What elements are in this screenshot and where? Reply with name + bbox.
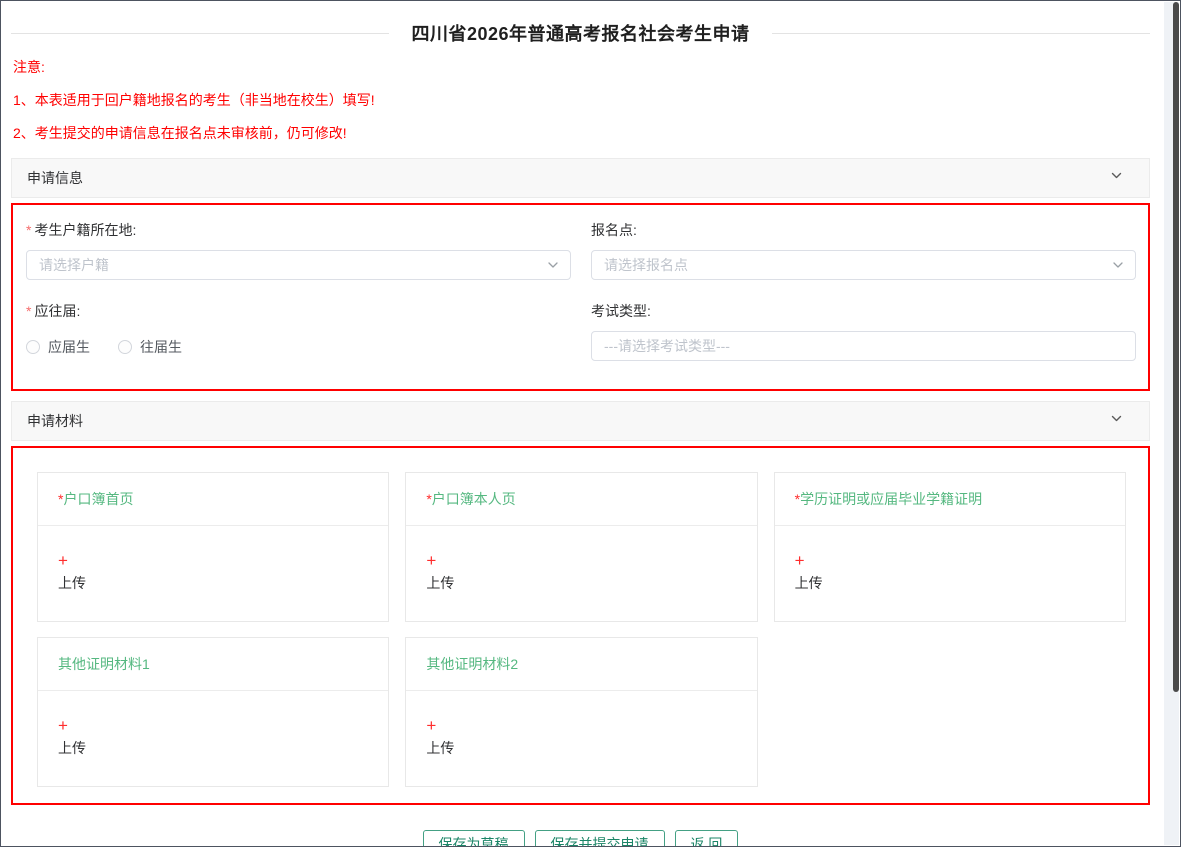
page-title: 四川省2026年普通高考报名社会考生申请 — [411, 20, 749, 46]
card-body: + 上传 — [406, 691, 756, 786]
application-materials-group: *户口簿首页 + 上传 *户口簿本人页 + — [11, 446, 1150, 805]
plus-icon: + — [58, 717, 86, 735]
upload-card-hukoubu-cover: *户口簿首页 + 上传 — [37, 472, 389, 622]
notice-item-1: 1、本表适用于回户籍地报名的考生（非当地在校生）填写! — [13, 92, 1150, 108]
field-label-text: 考试类型: — [591, 303, 651, 319]
field-label-text: 考生户籍所在地: — [34, 222, 136, 238]
upload-label: 上传 — [795, 573, 823, 593]
card-title-text: 户口簿首页 — [63, 491, 133, 507]
card-body: + 上传 — [775, 526, 1125, 621]
card-title-text: 户口簿本人页 — [432, 491, 516, 507]
card-title: *户口簿本人页 — [406, 473, 756, 526]
upload-cards-grid: *户口簿首页 + 上传 *户口簿本人页 + — [37, 472, 1126, 787]
chevron-down-icon — [547, 259, 559, 271]
card-body: + 上传 — [38, 691, 388, 786]
application-info-group: *考生户籍所在地: 请选择户籍 报名点: 请选择报名点 — [11, 203, 1150, 391]
hukou-select[interactable]: 请选择户籍 — [26, 250, 571, 280]
plus-icon: + — [426, 552, 454, 570]
card-title: 其他证明材料2 — [406, 638, 756, 691]
plus-icon: + — [58, 552, 86, 570]
notice-item-2: 2、考生提交的申请信息在报名点未审核前，仍可修改! — [13, 125, 1150, 141]
field-hukou: *考生户籍所在地: 请选择户籍 — [26, 221, 571, 280]
upload-card-hukoubu-personal: *户口簿本人页 + 上传 — [405, 472, 757, 622]
vertical-scrollbar[interactable] — [1164, 2, 1179, 845]
card-title-text: 其他证明材料2 — [426, 656, 518, 672]
baomingdian-select-placeholder: 请选择报名点 — [604, 255, 688, 275]
back-button[interactable]: 返 回 — [675, 830, 739, 847]
baomingdian-select[interactable]: 请选择报名点 — [591, 250, 1136, 280]
title-divider-row: 四川省2026年普通高考报名社会考生申请 — [11, 21, 1150, 45]
upload-label: 上传 — [58, 738, 86, 758]
upload-label: 上传 — [426, 738, 454, 758]
plus-icon: + — [426, 717, 454, 735]
section-header-application-materials[interactable]: 申请材料 — [11, 401, 1150, 441]
field-yingwangjie: *应往届: 应届生 往届生 — [26, 302, 571, 361]
application-form-page: 四川省2026年普通高考报名社会考生申请 注意: 1、本表适用于回户籍地报名的考… — [0, 0, 1181, 847]
card-body: + 上传 — [38, 526, 388, 621]
upload-label: 上传 — [58, 573, 86, 593]
empty-grid-cell — [774, 637, 1126, 787]
radio-label: 往届生 — [140, 337, 182, 357]
hukou-select-placeholder: 请选择户籍 — [39, 255, 109, 275]
radio-label: 应届生 — [48, 337, 90, 357]
chevron-down-icon — [1112, 259, 1124, 271]
plus-icon: + — [795, 552, 823, 570]
card-title-text: 学历证明或应届毕业学籍证明 — [800, 491, 982, 507]
upload-button[interactable]: + 上传 — [795, 552, 823, 593]
chevron-down-icon — [1110, 169, 1123, 187]
field-label: 考试类型: — [591, 302, 1136, 321]
card-title: 其他证明材料1 — [38, 638, 388, 691]
field-label: 报名点: — [591, 221, 1136, 240]
save-draft-button[interactable]: 保存为草稿 — [423, 830, 525, 847]
radio-yingjiesheng[interactable]: 应届生 — [26, 337, 90, 357]
section-title: 申请材料 — [27, 411, 83, 431]
radio-wangjiesheng[interactable]: 往届生 — [118, 337, 182, 357]
save-and-submit-button[interactable]: 保存并提交申请 — [535, 830, 665, 847]
yingwangjie-radio-group: 应届生 往届生 — [26, 331, 571, 357]
section-title: 申请信息 — [27, 168, 83, 188]
chevron-down-icon — [1110, 412, 1123, 430]
card-title-text: 其他证明材料1 — [58, 656, 150, 672]
radio-circle-icon — [118, 340, 132, 354]
kaoshileixing-select[interactable]: ---请选择考试类型--- — [591, 331, 1136, 361]
upload-button[interactable]: + 上传 — [58, 552, 86, 593]
field-label: *应往届: — [26, 302, 571, 321]
upload-button[interactable]: + 上传 — [58, 717, 86, 758]
card-title: *学历证明或应届毕业学籍证明 — [775, 473, 1125, 526]
card-title: *户口簿首页 — [38, 473, 388, 526]
upload-button[interactable]: + 上传 — [426, 552, 454, 593]
field-label-text: 报名点: — [591, 222, 637, 238]
field-baomingdian: 报名点: 请选择报名点 — [591, 221, 1136, 280]
divider-line-left — [11, 33, 389, 34]
radio-circle-icon — [26, 340, 40, 354]
form-grid: *考生户籍所在地: 请选择户籍 报名点: 请选择报名点 — [26, 221, 1136, 383]
upload-card-other-material-2: 其他证明材料2 + 上传 — [405, 637, 757, 787]
upload-label: 上传 — [426, 573, 454, 593]
required-asterisk: * — [26, 303, 31, 319]
field-label: *考生户籍所在地: — [26, 221, 571, 240]
notice-heading: 注意: — [13, 59, 1150, 75]
divider-line-right — [772, 33, 1150, 34]
section-header-application-info[interactable]: 申请信息 — [11, 158, 1150, 198]
notice-block: 注意: 1、本表适用于回户籍地报名的考生（非当地在校生）填写! 2、考生提交的申… — [13, 59, 1150, 141]
required-asterisk: * — [26, 222, 31, 238]
action-button-row: 保存为草稿 保存并提交申请 返 回 — [11, 830, 1150, 847]
card-body: + 上传 — [406, 526, 756, 621]
field-label-text: 应往届: — [34, 303, 80, 319]
upload-card-other-material-1: 其他证明材料1 + 上传 — [37, 637, 389, 787]
scrollbar-thumb[interactable] — [1173, 2, 1179, 692]
page-content: 四川省2026年普通高考报名社会考生申请 注意: 1、本表适用于回户籍地报名的考… — [1, 21, 1180, 847]
upload-card-xueli-proof: *学历证明或应届毕业学籍证明 + 上传 — [774, 472, 1126, 622]
field-kaoshileixing: 考试类型: ---请选择考试类型--- — [591, 302, 1136, 361]
upload-button[interactable]: + 上传 — [426, 717, 454, 758]
kaoshileixing-select-placeholder: ---请选择考试类型--- — [604, 336, 730, 356]
